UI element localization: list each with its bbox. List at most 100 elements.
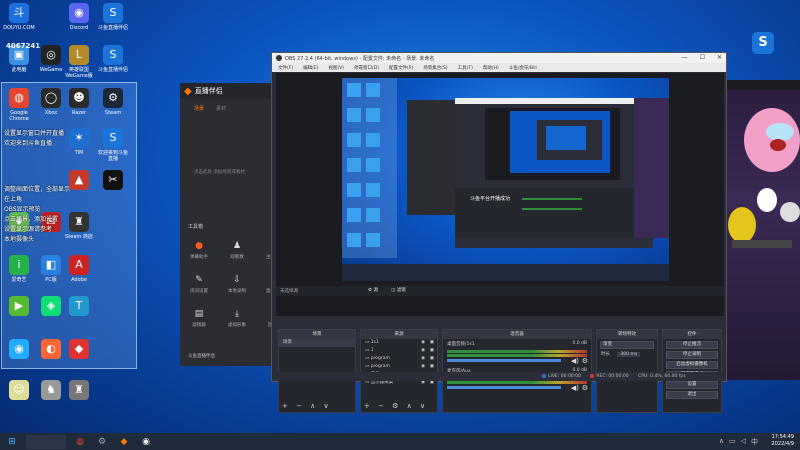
filters-button[interactable]: ◫ 滤镜 — [391, 287, 406, 293]
douyu-tool-item[interactable]: ✎ 房间设置 — [186, 275, 212, 294]
obs-statusbar: LIVE: 00:00:00 REC: 00:00:00 CPU: 0.4%, … — [272, 372, 726, 381]
obs-menu-item[interactable]: 帮助(H) — [483, 65, 499, 71]
desktop-icon[interactable]: 斗 DOUYU.COM — [2, 3, 36, 31]
desktop-icon[interactable]: ◉ Discord — [62, 3, 96, 31]
lock-icon[interactable]: ▣ — [430, 355, 434, 363]
volume-slider[interactable] — [447, 386, 561, 389]
obs-menu-item[interactable]: 场景集合(S) — [423, 65, 447, 71]
tab-material[interactable]: 素材 — [216, 105, 226, 112]
audio-meter — [447, 381, 587, 384]
status-rec: REC: 00:00:00 — [596, 374, 629, 379]
lock-icon[interactable]: ▣ — [430, 363, 434, 371]
douyu-tool-item[interactable]: ♟ 观看数 — [224, 241, 250, 260]
steam-taskbar-icon[interactable]: ⚙ — [94, 435, 110, 449]
obs-menu-item[interactable]: 编辑(E) — [303, 65, 318, 71]
tab-scene[interactable]: 场景 — [194, 105, 204, 112]
source-name: program — [370, 356, 390, 361]
desktop-icon[interactable]: ⚙ Steam — [96, 88, 130, 116]
source-item[interactable]: ▭ 1 ◉ ▣ — [361, 347, 437, 355]
control-button[interactable]: 停止推流 — [666, 341, 718, 349]
chrome-taskbar-icon[interactable]: ◍ — [72, 435, 88, 449]
douyu-tool-item[interactable]: ⤓ 虚拟形象 — [224, 309, 250, 328]
transition-select[interactable]: 渐变 — [600, 341, 654, 349]
scene-item[interactable]: 场景 — [279, 339, 355, 347]
desktop-icon[interactable]: i 爱奇艺 — [2, 255, 36, 283]
obs-menu-item[interactable]: 斗鱼/虎牙/Bili — [509, 65, 537, 71]
desktop-icon[interactable]: S 斗鱼直播伴侣 — [96, 3, 130, 31]
desktop-app-icon: ▶ — [9, 296, 29, 316]
obs-menu-item[interactable]: 工具(T) — [458, 65, 473, 71]
control-button[interactable]: 设置 — [666, 381, 718, 389]
douyu-tool-item[interactable]: ● 弹幕助手 — [186, 241, 212, 260]
obs-taskbar-icon[interactable]: ◉ — [138, 435, 154, 449]
tray-up-icon[interactable]: ∧ — [719, 437, 724, 447]
desktop-icon[interactable]: ◍ Google Chrome — [2, 88, 36, 122]
minimize-icon[interactable]: — — [682, 54, 688, 61]
desktop-icon[interactable]: L 英雄联盟WeGame版 — [62, 45, 96, 79]
douyu-tool-item[interactable]: ⇩ 本地录制 — [224, 275, 250, 294]
network-icon[interactable]: ▭ — [729, 437, 736, 447]
control-button[interactable]: 启动虚拟摄像机 — [666, 361, 718, 369]
obs-menu-item[interactable]: 视图(V) — [328, 65, 344, 71]
visibility-eye-icon[interactable]: ◉ — [421, 355, 425, 363]
obs-preview[interactable]: 斗鱼平台开播成功 未选择源 ⚙ 源 ◫ 滤镜 — [276, 73, 724, 316]
desktop-icon[interactable]: ♜ Steam 商店 — [62, 212, 96, 240]
douyu-tool-item[interactable]: ▤ 滤镜器 — [186, 309, 212, 328]
desktop-icon[interactable]: ▶ — [2, 296, 36, 318]
visibility-eye-icon[interactable]: ◉ — [421, 339, 425, 347]
desktop-icon[interactable]: T — [62, 296, 96, 318]
desktop-icon[interactable]: S 欢迎来到斗鱼直播 — [96, 128, 130, 162]
maximize-icon[interactable]: ☐ — [700, 54, 705, 61]
obs-window[interactable]: OBS 27.2.4 (64-bit, windows) - 配置文件: 未命名… — [271, 52, 727, 413]
mute-speaker-icon[interactable]: ◀) — [571, 384, 579, 392]
clock-time: 17:54:49 — [771, 434, 794, 440]
obs-menu-item[interactable]: 停靠窗口(D) — [354, 65, 379, 71]
douyu-taskbar-icon[interactable]: ◆ — [116, 435, 132, 449]
volume-slider[interactable] — [447, 359, 561, 362]
visibility-eye-icon[interactable]: ◉ — [421, 347, 425, 355]
desktop-icon[interactable]: ☻ Razer — [62, 88, 96, 116]
track-settings-gear-icon[interactable]: ⚙ — [582, 357, 588, 365]
desktop-icon[interactable]: S 斗鱼直播伴侣 — [96, 45, 130, 73]
close-icon[interactable]: ✕ — [717, 54, 722, 61]
douyu-tool-icon: ▤ — [194, 309, 204, 319]
lock-icon[interactable]: ▣ — [430, 339, 434, 347]
desktop-icon[interactable]: ◉ — [2, 339, 36, 361]
status-cpu: CPU: 0.4%, 60.00 fps — [638, 374, 686, 379]
douyu-tool-icon: ⤓ — [235, 309, 239, 319]
mute-speaker-icon[interactable]: ◀) — [571, 357, 579, 365]
input-method-icon[interactable]: 中 — [751, 437, 758, 447]
source-item[interactable]: ▭ program ◉ ▣ — [361, 363, 437, 371]
source-item[interactable]: ▭ 1s1 ◉ ▣ — [361, 339, 437, 347]
desktop-app-icon: ◆ — [69, 339, 89, 359]
volume-icon[interactable]: ◁ — [741, 437, 746, 447]
desktop-icon[interactable]: ♜ — [62, 380, 96, 402]
desktop-icon[interactable]: ☺ — [2, 380, 36, 402]
douyu-desktop-icon[interactable]: S — [752, 32, 774, 54]
source-item[interactable]: ▭ program ◉ ▣ — [361, 355, 437, 363]
obs-menu-item[interactable]: 配置文件(P) — [389, 65, 413, 71]
control-button[interactable]: 退出 — [666, 391, 718, 399]
transition-duration-input[interactable]: 300 ms — [617, 352, 641, 357]
desktop-icon[interactable]: ✶ TIM — [62, 128, 96, 156]
scene-toolbar[interactable]: + − ∧ ∨ — [282, 402, 332, 410]
source-name: 1 — [370, 348, 374, 353]
track-settings-gear-icon[interactable]: ⚙ — [582, 384, 588, 392]
desktop-icon[interactable]: A Adobe — [62, 255, 96, 283]
desktop-app-icon: ◐ — [41, 339, 61, 359]
lock-icon[interactable]: ▣ — [430, 347, 434, 355]
taskbar-search[interactable] — [26, 434, 66, 449]
desktop-icon[interactable]: ✂ — [96, 170, 130, 192]
source-props-button[interactable]: ⚙ 源 — [368, 287, 378, 293]
desktop-icon-label: 斗鱼直播伴侣 — [97, 67, 128, 73]
mixer-track: 桌面音频/1s1 0.0 dB ◀) ⚙ — [443, 339, 591, 366]
clock[interactable]: 17:54:49 2022/4/9 — [772, 434, 794, 448]
desktop-icon[interactable]: ◆ — [62, 339, 96, 361]
obs-menu-item[interactable]: 文件(F) — [278, 65, 293, 71]
control-button[interactable]: 停止录制 — [666, 351, 718, 359]
visibility-eye-icon[interactable]: ◉ — [421, 363, 425, 371]
source-toolbar[interactable]: + − ⚙ ∧ ∨ — [364, 402, 428, 410]
watermark-id: 4067241 — [6, 42, 41, 50]
douyu-app-window[interactable]: ◆ 直播伴侣 场景 素材 点击此处 添加场景或素材 工具箱 ●弹幕助手♟观看数◫… — [180, 83, 284, 366]
start-icon[interactable]: ⊞ — [4, 435, 20, 449]
